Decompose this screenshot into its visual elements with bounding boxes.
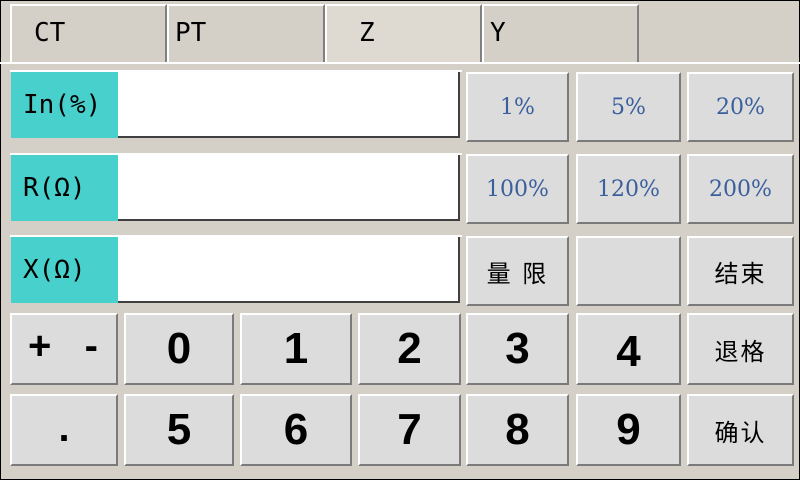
preset-100-percent-button[interactable]: 100% bbox=[466, 154, 569, 224]
in-percent-input[interactable] bbox=[118, 72, 460, 138]
key-3-button[interactable]: 3 bbox=[466, 313, 569, 385]
key-6-button[interactable]: 6 bbox=[240, 394, 352, 466]
end-button[interactable]: 结束 bbox=[687, 236, 794, 306]
range-button[interactable]: 量 限 bbox=[466, 236, 569, 306]
tab-ct-label: CT bbox=[34, 18, 66, 48]
preset-120-percent-button[interactable]: 120% bbox=[576, 154, 681, 224]
key-7-button[interactable]: 7 bbox=[358, 394, 461, 466]
r-ohm-input[interactable] bbox=[118, 155, 460, 221]
in-percent-label: In(%) bbox=[11, 72, 118, 138]
minus-sign: - bbox=[84, 323, 98, 368]
preset-5-percent-button[interactable]: 5% bbox=[576, 72, 681, 142]
decimal-point-button[interactable]: . bbox=[10, 394, 118, 466]
tab-z-label: Z bbox=[359, 18, 375, 48]
x-ohm-label: X(Ω) bbox=[11, 237, 118, 303]
tab-pt[interactable]: PT bbox=[167, 4, 325, 62]
plus-sign: + bbox=[28, 323, 52, 368]
tab-pt-label: PT bbox=[175, 18, 207, 48]
tab-y-label: Y bbox=[490, 18, 506, 48]
tab-ct[interactable]: CT bbox=[10, 4, 167, 62]
tab-strip-divider bbox=[0, 62, 800, 64]
blank-button[interactable] bbox=[576, 236, 681, 306]
x-ohm-input[interactable] bbox=[118, 237, 460, 303]
preset-20-percent-button[interactable]: 20% bbox=[687, 72, 794, 142]
tab-z[interactable]: Z bbox=[325, 4, 482, 62]
plus-minus-button[interactable]: + - bbox=[10, 313, 118, 385]
preset-200-percent-button[interactable]: 200% bbox=[687, 154, 794, 224]
backspace-button[interactable]: 退格 bbox=[687, 313, 794, 385]
key-0-button[interactable]: 0 bbox=[124, 313, 234, 385]
key-1-button[interactable]: 1 bbox=[240, 313, 352, 385]
key-4-button[interactable]: 4 bbox=[576, 313, 681, 385]
key-2-button[interactable]: 2 bbox=[358, 313, 461, 385]
preset-1-percent-button[interactable]: 1% bbox=[466, 72, 569, 142]
r-ohm-label: R(Ω) bbox=[11, 155, 118, 221]
key-5-button[interactable]: 5 bbox=[124, 394, 234, 466]
confirm-button[interactable]: 确认 bbox=[687, 394, 794, 466]
tab-y[interactable]: Y bbox=[482, 4, 639, 62]
key-9-button[interactable]: 9 bbox=[576, 394, 681, 466]
key-8-button[interactable]: 8 bbox=[466, 394, 569, 466]
